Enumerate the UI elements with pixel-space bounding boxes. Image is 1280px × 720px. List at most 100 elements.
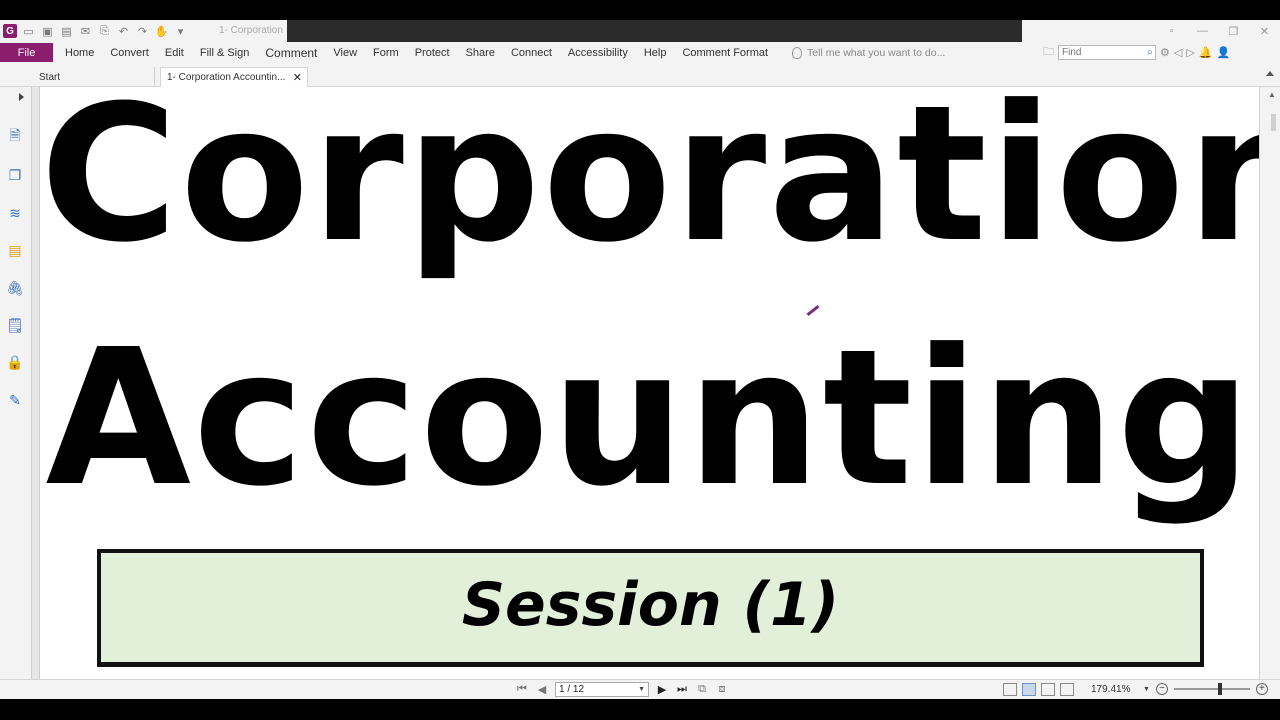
tell-me-search[interactable]: Tell me what you want to do...	[792, 46, 946, 59]
next-result-icon[interactable]: ▷	[1186, 46, 1194, 59]
menu-form[interactable]: Form	[365, 47, 407, 59]
menu-items: Home Convert Edit Fill & Sign Comment Vi…	[53, 46, 776, 60]
window-title: 1- Corporation	[219, 25, 283, 36]
tell-me-text: Tell me what you want to do...	[807, 46, 946, 59]
session-divider	[101, 662, 1200, 667]
close-icon[interactable]: ✕	[1249, 25, 1280, 38]
quick-access-toolbar: G ▭ ▣ ▤ ✉ ⎘ ↶ ↷ ✋ ▾	[0, 20, 188, 42]
zoom-dropdown-icon[interactable]: ▼	[1143, 686, 1150, 693]
scroll-thumb[interactable]	[1271, 114, 1276, 131]
redo-icon[interactable]: ↷	[135, 24, 150, 38]
find-placeholder: Find	[1062, 47, 1082, 58]
top-black-band	[0, 0, 1280, 20]
fit-page-icon[interactable]: ⧉	[695, 683, 709, 696]
signature-icon[interactable]: 🗒	[6, 317, 24, 333]
undo-icon[interactable]: ↶	[116, 24, 131, 38]
document-title-line2: Accounting	[45, 309, 1254, 528]
last-page-icon[interactable]: ⏭	[675, 683, 689, 696]
tab-document-label: 1- Corporation Accountin...	[167, 72, 286, 83]
email-icon[interactable]: ✉	[78, 24, 93, 38]
menu-fill-sign[interactable]: Fill & Sign	[192, 47, 258, 59]
page-dropdown-icon[interactable]: ▼	[638, 683, 645, 696]
title-bar: G ▭ ▣ ▤ ✉ ⎘ ↶ ↷ ✋ ▾ 1- Corporation ▫ — ❐…	[0, 20, 1280, 42]
zoom-out-icon[interactable]: −	[1155, 683, 1168, 695]
zoom-in-icon[interactable]: +	[1255, 683, 1268, 695]
tab-close-icon[interactable]: ✕	[293, 71, 302, 84]
open-icon[interactable]: ▭	[21, 24, 36, 38]
customize-chevron-down-icon[interactable]: ▾	[173, 24, 188, 38]
zoom-level[interactable]: 179.41%	[1091, 684, 1130, 695]
zoom-slider-thumb[interactable]	[1217, 683, 1222, 695]
find-input[interactable]: Find ⌕	[1058, 45, 1156, 60]
menu-share[interactable]: Share	[458, 47, 503, 59]
tab-document[interactable]: 1- Corporation Accountin... ✕	[160, 67, 308, 87]
menu-protect[interactable]: Protect	[407, 47, 458, 59]
zoom-controls: ▼ − +	[1143, 683, 1268, 695]
user-icon[interactable]: 👤	[1217, 46, 1231, 59]
continuous-facing-view-icon[interactable]	[1060, 683, 1074, 696]
facing-view-icon[interactable]	[1041, 683, 1055, 696]
tools-icon[interactable]: ✎	[7, 392, 23, 408]
zoom-slider[interactable]	[1173, 683, 1250, 695]
menu-connect[interactable]: Connect	[503, 47, 560, 59]
layers-icon[interactable]: ≋	[7, 205, 23, 221]
next-page-icon[interactable]: ▶	[655, 683, 669, 696]
tab-start[interactable]: Start	[33, 67, 155, 87]
minimize-icon[interactable]: —	[1187, 25, 1218, 37]
lightbulb-icon	[792, 46, 803, 59]
menu-bar: File Home Convert Edit Fill & Sign Comme…	[0, 42, 1280, 63]
lock-icon[interactable]: 🔒	[6, 354, 23, 370]
comments-icon[interactable]: ▤	[7, 242, 23, 258]
prev-page-icon[interactable]: ◀	[535, 683, 549, 696]
page-number-text: 1 / 12	[559, 684, 585, 695]
menu-view[interactable]: View	[325, 47, 365, 59]
continuous-view-icon[interactable]	[1022, 683, 1036, 696]
save-icon[interactable]: ▣	[40, 24, 55, 38]
scroll-up-icon[interactable]: ▲	[1268, 90, 1276, 99]
session-box: Session (1)	[97, 549, 1204, 667]
menu-help[interactable]: Help	[636, 47, 675, 59]
tab-bar: Start 1- Corporation Accountin... ✕	[0, 63, 1280, 87]
expand-panel-icon[interactable]	[19, 93, 24, 101]
folder-search-icon[interactable]: 🗀	[1043, 43, 1054, 62]
bookmark-icon[interactable]: 🗎	[7, 127, 23, 145]
bottom-black-band	[0, 699, 1280, 720]
menu-accessibility[interactable]: Accessibility	[560, 47, 636, 59]
menu-convert[interactable]: Convert	[102, 47, 157, 59]
pdf-editor-app: G ▭ ▣ ▤ ✉ ⎘ ↶ ↷ ✋ ▾ 1- Corporation ▫ — ❐…	[0, 0, 1280, 720]
view-mode-icons	[1003, 683, 1074, 696]
app-logo-icon[interactable]: G	[3, 24, 17, 38]
maximize-icon[interactable]: ❐	[1218, 25, 1249, 38]
status-bar: ⏮ ◀ 1 / 12 ▼ ▶ ⏭ ⧉ ⧈ 179.41% ▼ − +	[0, 679, 1280, 699]
attach-icon[interactable]: ⎘	[97, 24, 112, 38]
print-icon[interactable]: ▤	[59, 24, 74, 38]
tab-collapse-icon[interactable]	[1266, 71, 1274, 76]
first-page-icon[interactable]: ⏮	[515, 683, 529, 696]
restore-layout-icon[interactable]: ▫	[1156, 25, 1187, 37]
menu-edit[interactable]: Edit	[157, 47, 192, 59]
page-number-input[interactable]: 1 / 12 ▼	[555, 682, 649, 697]
bell-icon[interactable]: 🔔	[1199, 46, 1213, 59]
vertical-scrollbar[interactable]: ▲	[1259, 87, 1280, 679]
previous-view-icon[interactable]: ⧈	[715, 683, 729, 696]
menu-file[interactable]: File	[0, 43, 53, 62]
menu-home[interactable]: Home	[57, 47, 102, 59]
page-navigation: ⏮ ◀ 1 / 12 ▼ ▶ ⏭ ⧉ ⧈	[515, 682, 729, 697]
document-page: Corporation Accounting Session (1)	[40, 87, 1259, 679]
document-title-line1: Corporation	[40, 87, 1259, 284]
pages-icon[interactable]: ❐	[7, 167, 23, 183]
title-bar-dark-area	[287, 20, 1022, 42]
single-page-view-icon[interactable]	[1003, 683, 1017, 696]
find-area: 🗀 Find ⌕ ⚙ ◁ ▷ 🔔 👤	[1043, 43, 1230, 62]
search-icon[interactable]: ⌕	[1147, 46, 1153, 59]
menu-comment-format[interactable]: Comment Format	[674, 47, 776, 59]
window-controls: ▫ — ❐ ✕	[1156, 20, 1280, 42]
left-sidebar: 🗎 ❐ ≋ ▤ 🖇 🗒 🔒 ✎	[0, 87, 31, 679]
hand-icon[interactable]: ✋	[154, 24, 169, 38]
tab-start-label: Start	[39, 71, 61, 83]
gear-icon[interactable]: ⚙	[1160, 46, 1170, 59]
prev-result-icon[interactable]: ◁	[1174, 46, 1182, 59]
menu-comment[interactable]: Comment	[257, 46, 325, 60]
sidebar-splitter[interactable]	[31, 87, 40, 679]
attachment-icon[interactable]: 🖇	[6, 280, 24, 296]
